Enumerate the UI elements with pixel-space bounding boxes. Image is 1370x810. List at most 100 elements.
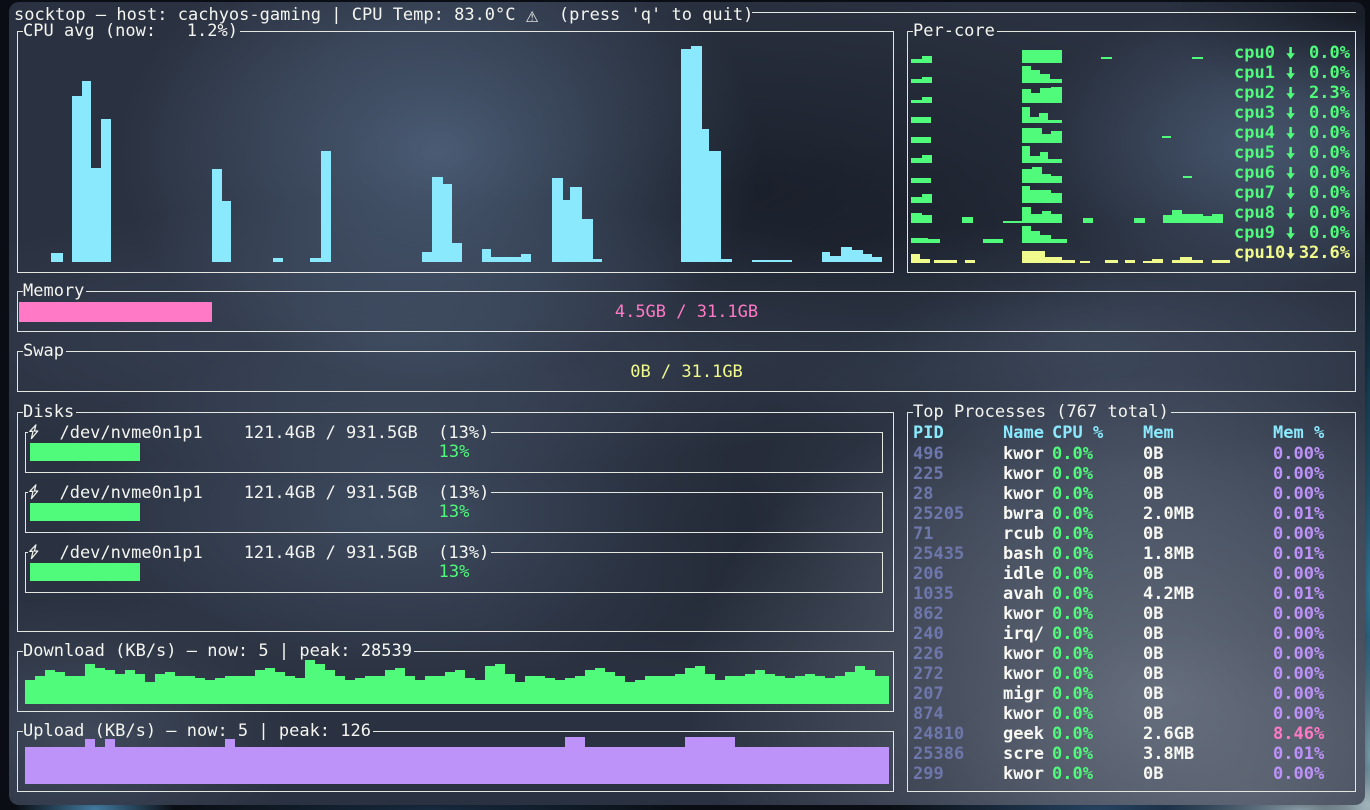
process-name: geek xyxy=(1003,724,1044,744)
upload-area-bar xyxy=(75,747,85,784)
process-row: 862kwor0.0%0B0.00% xyxy=(908,604,1355,624)
download-area-bar xyxy=(575,676,585,704)
process-row: 24810geek0.0%2.6GB8.46% xyxy=(908,724,1355,744)
down-arrow-icon xyxy=(1285,107,1296,120)
upload-area-bar xyxy=(165,747,175,784)
upload-area-bar xyxy=(115,747,125,784)
cpu-avg-bar xyxy=(310,258,321,262)
bolt-icon xyxy=(28,484,39,500)
down-arrow-shape xyxy=(1286,227,1295,239)
warning-icon: ⚠ xyxy=(526,3,539,27)
process-col-mem: Mem xyxy=(1143,423,1174,443)
core-name: cpu9 xyxy=(1234,223,1275,243)
upload-area-bar xyxy=(25,747,35,784)
cpu6-label: cpu60.0% xyxy=(908,163,1355,183)
upload-area-bar xyxy=(235,747,245,784)
download-area-bar xyxy=(375,676,385,704)
upload-area-bar xyxy=(855,747,865,784)
upload-area-bar xyxy=(525,747,535,784)
panel-cpu-avg: CPU avg (now: 1.2%) xyxy=(17,31,894,273)
panel-swap: Swap 0B / 31.1GB xyxy=(17,351,1356,392)
process-pid: 226 xyxy=(913,644,944,664)
upload-area-bar xyxy=(685,737,695,784)
upload-area-bar xyxy=(805,747,815,784)
cpu1-label: cpu10.0% xyxy=(908,63,1355,83)
process-mem-pct: 0.00% xyxy=(1273,764,1324,784)
process-row: 272kwor0.0%0B0.00% xyxy=(908,664,1355,684)
disk-title-text: /dev/nvme0n1p1 121.4GB / 931.5GB (13%) xyxy=(39,543,489,563)
download-area-bar xyxy=(265,668,275,704)
process-name: rcub xyxy=(1003,524,1044,544)
upload-area-bar xyxy=(205,747,215,784)
download-area-bar xyxy=(415,680,425,704)
process-row: 25435bash0.0%1.8MB0.01% xyxy=(908,544,1355,564)
cpu-avg-bar xyxy=(443,184,452,262)
border-top-right-segment xyxy=(491,552,883,553)
core-name: cpu6 xyxy=(1234,163,1275,183)
process-mem-pct: 0.00% xyxy=(1273,524,1324,544)
upload-area-bar xyxy=(675,747,685,784)
terminal-window[interactable]: socktop — host: cachyos-gaming | CPU Tem… xyxy=(9,2,1365,805)
process-name: bash xyxy=(1003,544,1044,564)
upload-area-bar xyxy=(595,747,605,784)
download-area-bar xyxy=(315,664,325,704)
panel-memory: Memory 4.5GB / 31.1GB xyxy=(17,291,1356,332)
border-top-right-segment xyxy=(76,412,894,413)
process-cpu: 0.0% xyxy=(1052,704,1093,724)
memory-gauge-label: 4.5GB / 31.1GB xyxy=(19,302,1354,322)
upload-area-bar xyxy=(45,747,55,784)
process-mem-pct: 0.00% xyxy=(1273,444,1324,464)
process-cpu: 0.0% xyxy=(1052,644,1093,664)
upload-area-bar xyxy=(635,747,645,784)
process-row: 225kwor0.0%0B0.00% xyxy=(908,464,1355,484)
download-area-bar xyxy=(195,678,205,704)
upload-area-bar xyxy=(365,747,375,784)
process-cpu: 0.0% xyxy=(1052,544,1093,564)
upload-area-bar xyxy=(515,747,525,784)
download-area-bar xyxy=(385,670,395,704)
download-area-bar xyxy=(285,676,295,704)
cpu-avg-bar xyxy=(841,247,852,262)
process-name: idle xyxy=(1003,564,1044,584)
cpu-avg-bar xyxy=(91,168,101,262)
upload-area-bar xyxy=(265,747,275,784)
download-area-bar xyxy=(615,676,625,704)
process-mem-pct: 0.00% xyxy=(1273,704,1324,724)
upload-area-bar xyxy=(65,747,75,784)
panel-disks: Disks /dev/nvme0n1p1 121.4GB / 931.5GB (… xyxy=(17,412,894,632)
cpu-avg-bar xyxy=(101,119,111,262)
upload-area-bar xyxy=(225,739,235,784)
download-area-bar xyxy=(95,668,105,704)
process-mem-pct: 0.00% xyxy=(1273,684,1324,704)
desktop-background: socktop — host: cachyos-gaming | CPU Tem… xyxy=(0,0,1370,810)
process-mem: 4.2MB xyxy=(1143,584,1194,604)
download-area-bar xyxy=(435,676,445,704)
cpu-avg-bar xyxy=(321,151,331,262)
upload-area-bar xyxy=(305,747,315,784)
cpu-avg-title: CPU avg (now: 1.2%) xyxy=(23,21,238,41)
download-area-bar xyxy=(795,676,805,704)
upload-area-bar xyxy=(665,747,675,784)
cpu7-label: cpu70.0% xyxy=(908,183,1355,203)
upload-area-bar xyxy=(425,747,435,784)
download-area-bar xyxy=(855,666,865,704)
download-area-bar xyxy=(335,676,345,704)
down-arrow-icon xyxy=(1285,87,1296,100)
process-table-header: PIDNameCPU %MemMem % xyxy=(908,423,1355,443)
download-area-bar xyxy=(485,666,495,704)
process-pid: 25205 xyxy=(913,504,964,524)
upload-area-bar xyxy=(605,747,615,784)
download-area-bar xyxy=(645,676,655,704)
disk-title: /dev/nvme0n1p1 121.4GB / 931.5GB (13%) xyxy=(28,423,489,443)
download-area-bar xyxy=(695,666,705,704)
down-arrow-shape xyxy=(1286,207,1295,219)
upload-area-bar xyxy=(745,747,755,784)
download-area-bar xyxy=(365,676,375,704)
process-pid: 207 xyxy=(913,684,944,704)
upload-area-bar xyxy=(315,747,325,784)
disk-title-text: /dev/nvme0n1p1 121.4GB / 931.5GB (13%) xyxy=(39,483,489,503)
disk-item-2: /dev/nvme0n1p1 121.4GB / 931.5GB (13%)13… xyxy=(25,553,883,593)
bolt-shape xyxy=(30,485,38,499)
upload-area-bar xyxy=(615,747,625,784)
process-row: 25205bwra0.0%2.0MB0.01% xyxy=(908,504,1355,524)
